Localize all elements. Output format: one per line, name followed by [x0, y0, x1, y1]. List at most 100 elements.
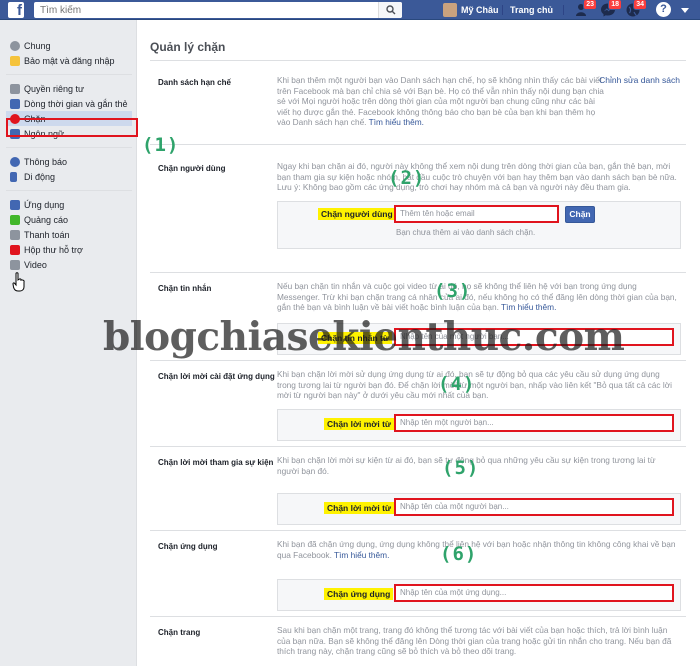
form-label: Chặn lời mời từ	[324, 418, 395, 430]
topbar-divider	[502, 5, 503, 15]
messages-badge: 18	[608, 0, 622, 10]
notifications-button[interactable]: 34	[625, 0, 647, 18]
sidebar-item-label: Video	[24, 259, 47, 270]
section-description: Nếu bạn chặn tin nhắn và cuộc gọi video …	[277, 281, 677, 313]
step-number: (6)	[440, 543, 478, 565]
sidebar-item-label: Dòng thời gian và gắn thẻ	[24, 98, 128, 109]
learn-more-link[interactable]: Tìm hiểu thêm.	[501, 302, 556, 312]
sidebar-item-timeline[interactable]: Dòng thời gian và gắn thẻ	[6, 96, 132, 111]
facebook-logo-icon[interactable]: f	[8, 2, 24, 19]
mobile-icon	[10, 171, 17, 182]
section-description-text: Nếu bạn chặn tin nhắn và cuộc gọi video …	[277, 281, 677, 312]
topbar-divider	[563, 5, 564, 15]
sidebar-item-privacy[interactable]: Quyền riêng tư	[6, 81, 132, 96]
section-description: Khi bạn thêm một người bạn vào Danh sách…	[277, 75, 607, 128]
sidebar-group: Chung Bảo mật và đăng nhập	[6, 20, 132, 75]
learn-more-link[interactable]: Tìm hiểu thêm.	[369, 117, 424, 127]
block-apps-form: Chặn ứng dụng Nhập tên của một ứng dụng.…	[277, 579, 681, 611]
home-link[interactable]: Trang chủ	[510, 2, 553, 18]
friend-requests-button[interactable]: 23	[575, 0, 597, 18]
sidebar-item-apps[interactable]: Ứng dụng	[6, 197, 132, 212]
lock-icon	[10, 55, 20, 66]
block-pages-section: Chặn trang Sau khi bạn chặn một trang, t…	[150, 617, 686, 666]
profile-name: Mỹ Châu	[461, 5, 499, 15]
form-label: Chặn lời mời từ	[324, 502, 395, 514]
sidebar-item-label: Hộp thư hỗ trợ	[24, 244, 83, 255]
restricted-list-section: Danh sách hạn chế Khi bạn thêm một người…	[150, 67, 686, 145]
section-label: Chặn trang	[158, 628, 201, 637]
section-label: Chặn lời mời cài đặt ứng dụng	[158, 372, 275, 381]
search-icon	[386, 5, 396, 15]
sidebar-item-label: Quảng cáo	[24, 214, 69, 225]
sidebar-item-video[interactable]: Video	[6, 257, 132, 272]
sidebar-item-ads[interactable]: Quảng cáo	[6, 212, 132, 227]
help-button[interactable]: ?	[656, 2, 671, 17]
search-button[interactable]	[378, 2, 402, 18]
highlight-box	[6, 118, 138, 137]
block-button[interactable]: Chặn	[565, 206, 595, 223]
search-input[interactable]	[34, 2, 374, 18]
sidebar-item-payments[interactable]: Thanh toán	[6, 227, 132, 242]
ads-icon	[10, 214, 20, 225]
apps-icon	[10, 199, 20, 210]
section-description: Ngay khi bạn chặn ai đó, người này không…	[277, 161, 677, 192]
hand-cursor-icon	[12, 272, 25, 292]
step-number: (2)	[388, 167, 426, 189]
sidebar-group: Quyền riêng tư Dòng thời gian và gắn thẻ…	[6, 75, 132, 148]
block-event-invites-form: Chặn lời mời từ Nhập tên của một người b…	[277, 493, 681, 525]
section-label: Chặn người dùng	[158, 164, 226, 173]
sidebar-group: Thông báo Di động	[6, 148, 132, 191]
step-number: (1)	[142, 134, 180, 156]
empty-list-note: Bạn chưa thêm ai vào danh sách chặn.	[396, 228, 536, 237]
sidebar-item-label: Thanh toán	[24, 229, 70, 240]
support-inbox-icon	[10, 244, 20, 255]
timeline-icon	[10, 98, 20, 109]
sidebar-item-label: Chung	[24, 40, 51, 51]
form-label: Chặn ứng dụng	[324, 588, 394, 600]
sidebar-item-mobile[interactable]: Di động	[6, 169, 132, 184]
search-box[interactable]	[34, 2, 402, 18]
edit-list-link[interactable]: Chỉnh sửa danh sách	[599, 75, 680, 85]
form-label: Chặn người dùng	[318, 208, 396, 220]
block-app-invites-section: Chặn lời mời cài đặt ứng dụng Khi bạn ch…	[150, 361, 686, 447]
watermark: blogchiasekienthuc.com	[103, 314, 625, 360]
block-app-invites-form: Chặn lời mời từ Nhập tên một người bạn..…	[277, 409, 681, 441]
sidebar-item-label: Bảo mật và đăng nhập	[24, 55, 115, 66]
block-apps-input[interactable]: Nhập tên của một ứng dụng...	[394, 584, 674, 602]
page-title: Quản lý chặn	[150, 40, 226, 54]
sidebar-item-security[interactable]: Bảo mật và đăng nhập	[6, 53, 132, 68]
sidebar-item-notifications[interactable]: Thông báo	[6, 154, 132, 169]
video-icon	[10, 259, 20, 270]
step-number: (4)	[438, 373, 476, 395]
section-description-text: Khi bạn thêm một người bạn vào Danh sách…	[277, 75, 604, 127]
section-label: Danh sách hạn chế	[158, 78, 231, 87]
sidebar-item-support-inbox[interactable]: Hộp thư hỗ trợ	[6, 242, 132, 257]
section-label: Chặn tin nhắn	[158, 284, 212, 293]
section-description: Khi bạn chặn lời mời sử dụng ứng dụng từ…	[277, 369, 672, 400]
block-app-invites-input[interactable]: Nhập tên một người bạn...	[394, 414, 674, 432]
block-apps-section: Chặn ứng dụng Khi bạn đã chặn ứng dụng, …	[150, 531, 686, 617]
profile-link[interactable]: Mỹ Châu	[443, 2, 499, 18]
step-number: (3)	[434, 280, 472, 302]
section-label: Chặn lời mời tham gia sự kiện	[158, 458, 274, 467]
section-description: Sau khi bạn chặn một trang, trang đó khô…	[277, 625, 672, 656]
section-label: Chặn ứng dụng	[158, 542, 218, 551]
messages-button[interactable]: 18	[600, 0, 622, 18]
privacy-lock-icon	[10, 83, 20, 94]
sidebar-item-general[interactable]: Chung	[6, 38, 132, 53]
globe-icon	[10, 156, 20, 167]
block-user-input[interactable]: Thêm tên hoặc email	[394, 205, 559, 223]
learn-more-link[interactable]: Tìm hiểu thêm.	[334, 550, 389, 560]
block-event-invites-section: Chặn lời mời tham gia sự kiện Khi bạn ch…	[150, 447, 686, 531]
divider	[150, 60, 686, 61]
notifications-badge: 34	[633, 0, 647, 10]
account-menu-caret-icon[interactable]	[681, 8, 689, 13]
payment-icon	[10, 229, 20, 240]
sidebar-item-label: Thông báo	[24, 156, 68, 167]
avatar	[443, 3, 457, 17]
sidebar-item-label: Ứng dụng	[24, 199, 65, 210]
sidebar-item-label: Di động	[24, 171, 56, 182]
block-event-invites-input[interactable]: Nhập tên của một người bạn...	[394, 498, 674, 516]
block-users-form: Chặn người dùng Thêm tên hoặc email Chặn…	[277, 201, 681, 249]
gear-icon	[10, 40, 20, 51]
